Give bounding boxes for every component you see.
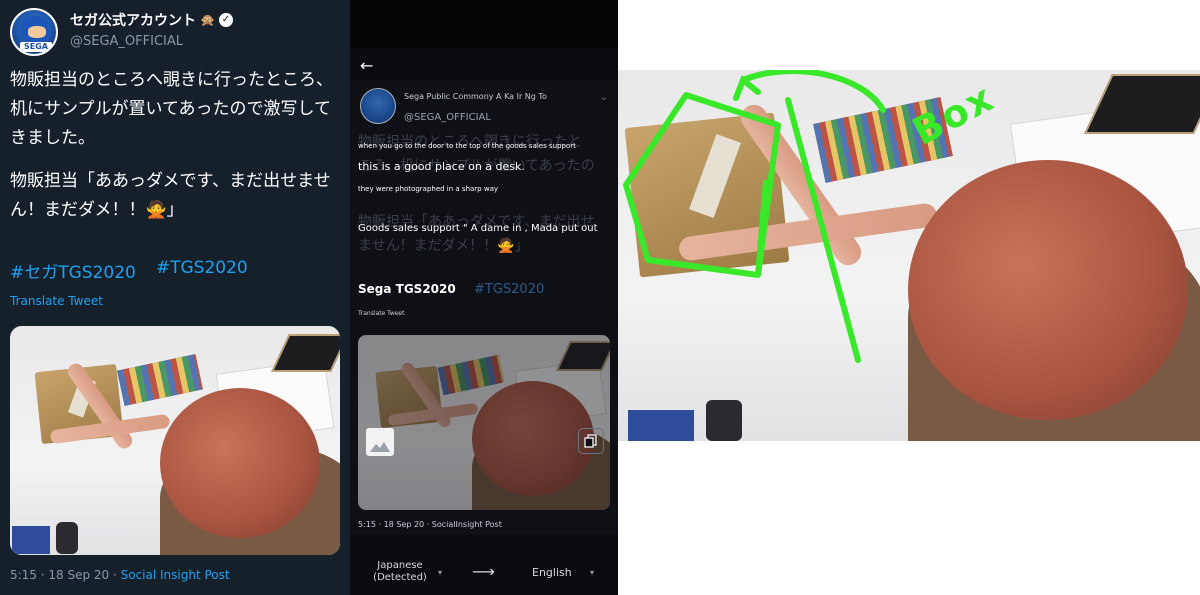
source-link[interactable]: Social Insight Post xyxy=(121,568,230,582)
translation-overlay: they were photographed in a sharp way xyxy=(358,185,498,193)
translate-tweet-link: Translate Tweet xyxy=(358,310,405,317)
language-bar: Japanese (Detected) ▾ ⟶ English ▾ xyxy=(350,552,618,595)
arrow-head-stroke xyxy=(733,75,761,101)
user-handle[interactable]: @SEGA_OFFICIAL xyxy=(70,34,183,49)
cross-stroke xyxy=(785,97,861,363)
arrow-right-icon[interactable]: ⟶ xyxy=(472,562,495,581)
photo-scene xyxy=(358,335,610,510)
hair-shape xyxy=(472,381,594,496)
pointer-arc-stroke xyxy=(740,70,886,113)
box-outline-stroke xyxy=(623,92,781,278)
game-case-shape xyxy=(12,526,50,554)
box-annotation-drawing xyxy=(623,70,886,363)
phone-translate-panel: ← Sega Public Commony A Ka Ir Ng To @SEG… xyxy=(350,0,618,595)
avatar[interactable]: SEGA xyxy=(10,8,58,56)
laptop-shape xyxy=(556,341,610,371)
copy-icon[interactable] xyxy=(578,428,604,454)
hair-shape xyxy=(160,388,320,538)
translation-overlay: Goods sales support " A dame in , Mada p… xyxy=(358,223,598,234)
tweet-header: SEGA セガ公式アカウント 🙊 ✓ @SEGA_OFFICIAL xyxy=(10,8,340,56)
tweet-meta-translated: 5:15 · 18 Sep 20 · SocialInsight Post xyxy=(358,520,502,529)
hashtag-translated: Sega TGS2020 xyxy=(358,282,456,296)
target-language-select[interactable]: English xyxy=(532,566,572,579)
annotated-photo: Box xyxy=(618,70,1200,441)
verified-icon: ✓ xyxy=(218,13,233,27)
name-emoji: 🙊 xyxy=(200,13,215,27)
game-cases-shape xyxy=(437,354,505,396)
timestamp[interactable]: 5:15 · 18 Sep 20 · xyxy=(10,568,121,582)
phone-status-area xyxy=(350,0,618,48)
caret-down-icon: ▾ xyxy=(590,568,595,577)
device-shape xyxy=(56,522,78,554)
translated-tweet-card: Sega Public Commony A Ka Ir Ng To @SEGA_… xyxy=(350,80,618,535)
tweet-panel: SEGA セガ公式アカウント 🙊 ✓ @SEGA_OFFICIAL 物販担当のと… xyxy=(0,0,350,595)
tweet-photo[interactable] xyxy=(10,326,340,555)
game-cases-shape xyxy=(117,354,203,406)
user-handle: @SEGA_OFFICIAL xyxy=(404,112,491,123)
translate-tweet-link[interactable]: Translate Tweet xyxy=(10,294,103,308)
translation-overlay: when you go to the door to the top of th… xyxy=(358,142,576,150)
tweet-body: 物販担当のところへ覗きに行ったところ、机にサンプルが置いてあったので激写してきま… xyxy=(10,66,340,239)
source-language-select[interactable]: Japanese (Detected) xyxy=(370,560,430,584)
laptop-shape xyxy=(271,334,340,372)
sonic-face-shape xyxy=(28,26,46,38)
caret-down-icon: ▾ xyxy=(438,568,443,577)
display-name[interactable]: セガ公式アカウント xyxy=(70,10,196,30)
tweet-text-paragraph-1: 物販担当のところへ覗きに行ったところ、机にサンプルが置いてあったので激写してきま… xyxy=(10,70,333,148)
source-text-line: ません！まだダメ！！🙅」 xyxy=(358,238,529,254)
photo-scene xyxy=(10,326,340,555)
name-row: セガ公式アカウント 🙊 ✓ xyxy=(70,10,233,30)
hashtags: #セガTGS2020 #TGS2020 xyxy=(10,258,248,283)
translation-overlay: this is a good place on a desk. xyxy=(358,160,525,173)
hashtag-link[interactable]: #セガTGS2020 xyxy=(10,258,136,283)
tweet-meta: 5:15 · 18 Sep 20 · Social Insight Post xyxy=(10,568,230,582)
avatar xyxy=(360,88,396,124)
tweet-photo-dimmed xyxy=(358,335,610,510)
sega-logo: SEGA xyxy=(20,42,52,52)
back-arrow-icon[interactable]: ← xyxy=(360,56,373,75)
hashtag-link[interactable]: #TGS2020 xyxy=(156,258,248,283)
chevron-down-icon[interactable]: ⌄ xyxy=(600,92,608,103)
box-edge-stroke xyxy=(755,179,769,276)
image-icon[interactable] xyxy=(366,428,394,456)
tweet-text-paragraph-2: 物販担当「ああっダメです、まだ出せません！まだダメ！！🙅」 xyxy=(10,171,331,220)
display-name-translated: Sega Public Commony A Ka Ir Ng To xyxy=(404,92,547,101)
hashtag-link: #TGS2020 xyxy=(474,282,545,297)
